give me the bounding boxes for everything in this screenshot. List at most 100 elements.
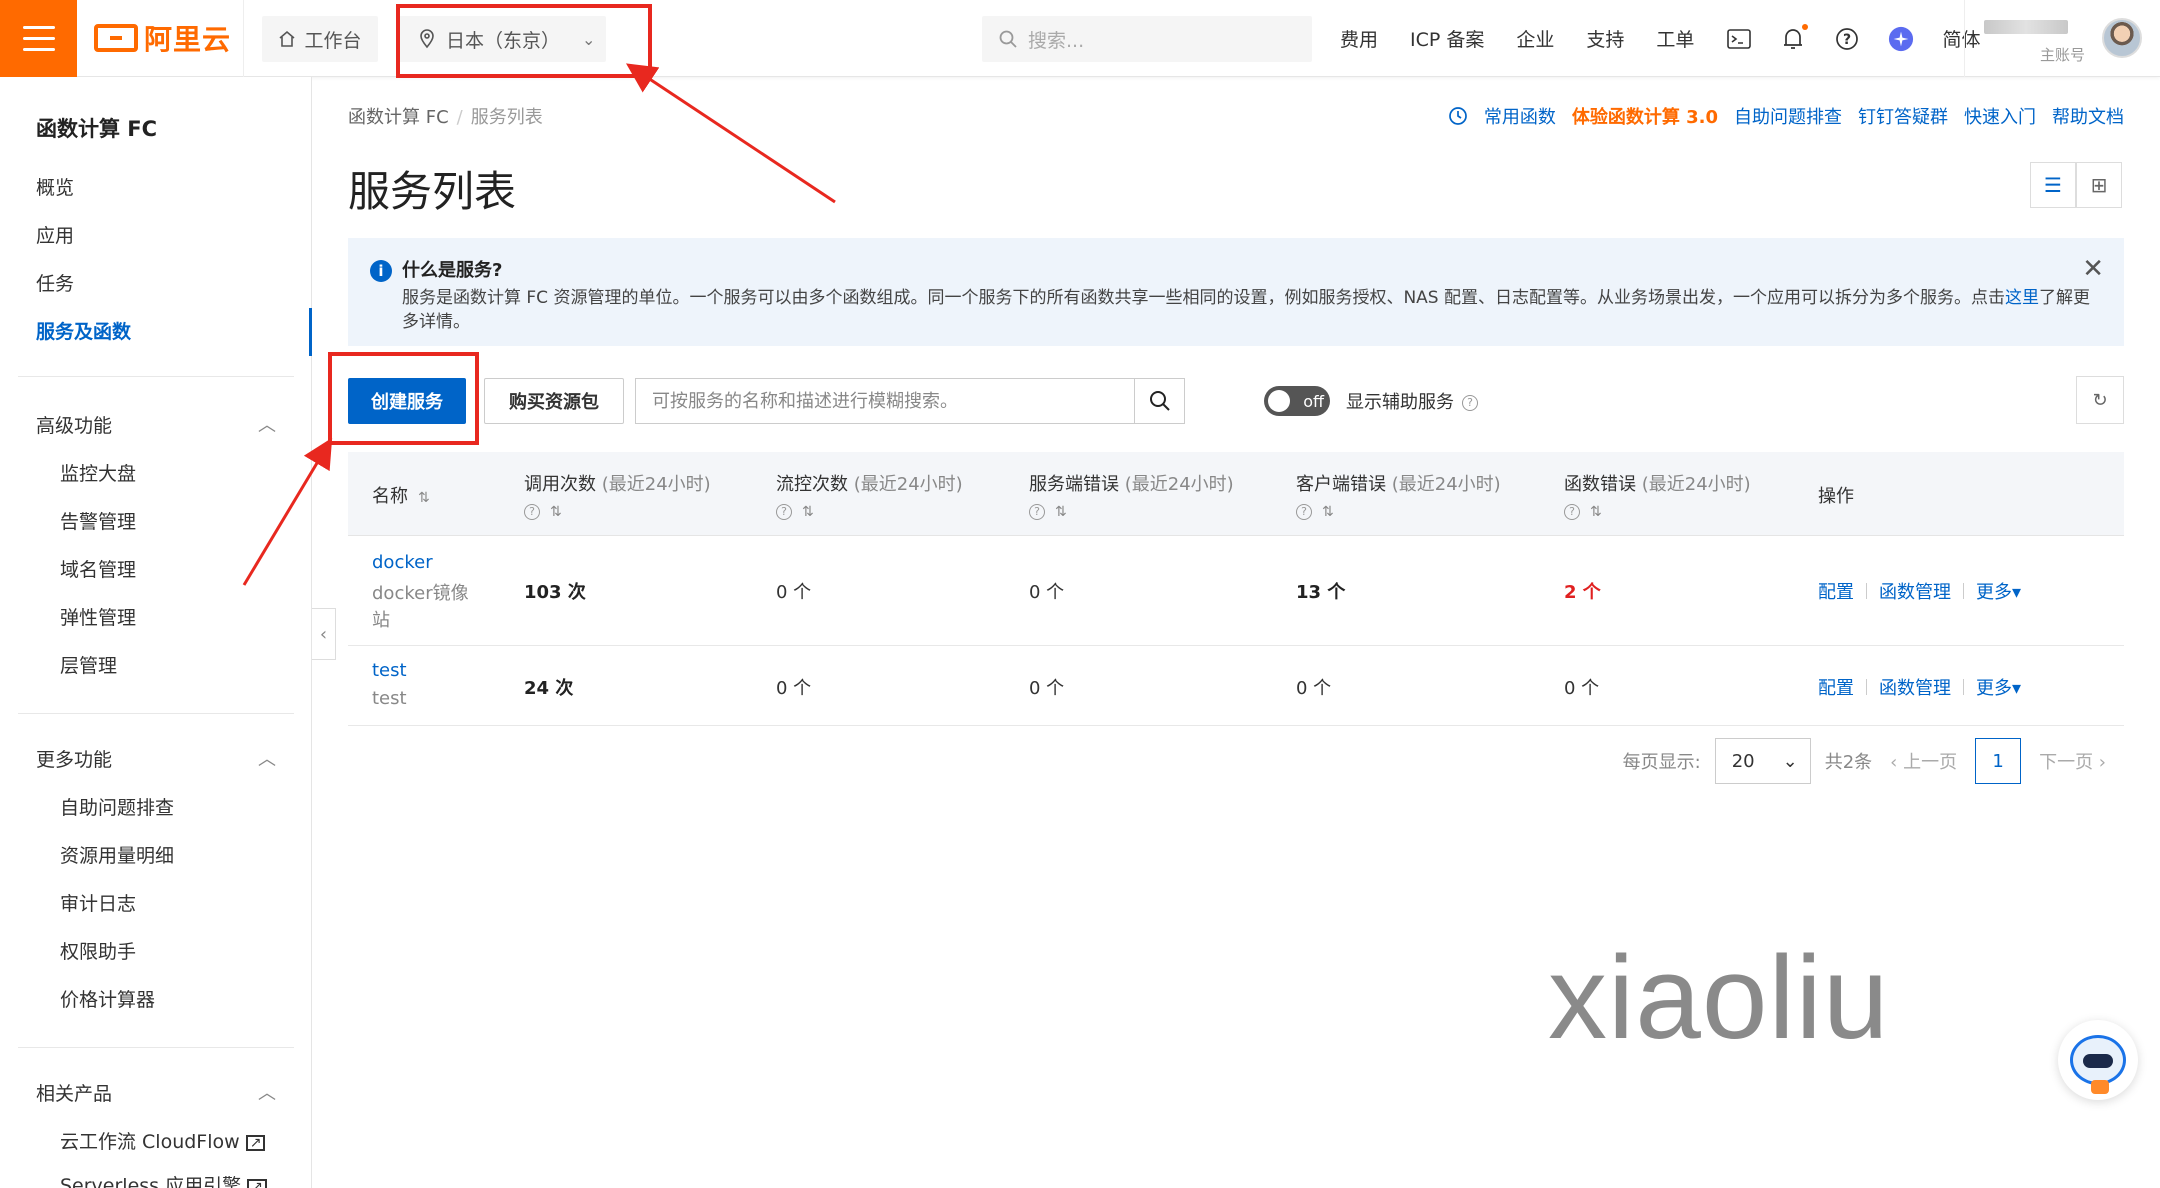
notice-link[interactable]: 这里 bbox=[2005, 288, 2039, 308]
workbench-button[interactable]: 工作台 bbox=[262, 16, 378, 62]
more-dropdown[interactable]: 更多▾ bbox=[1976, 674, 2021, 700]
account-name-blurred bbox=[1984, 20, 2068, 34]
list-view-icon[interactable]: ☰ bbox=[2030, 162, 2076, 208]
sidebar-item-usage[interactable]: 资源用量明细 bbox=[60, 832, 174, 880]
sidebar-item-apps[interactable]: 应用 bbox=[36, 212, 74, 260]
service-search-input[interactable] bbox=[636, 379, 1134, 423]
search-icon bbox=[999, 30, 1017, 48]
question-icon[interactable]: ? bbox=[1564, 504, 1580, 520]
manage-functions-link[interactable]: 函数管理 bbox=[1879, 578, 1951, 604]
nav-fees[interactable]: 费用 bbox=[1340, 25, 1378, 52]
more-label: 更多 bbox=[1976, 582, 2012, 603]
sidebar-group-advanced[interactable]: 高级功能 ︿ bbox=[36, 402, 276, 450]
link-self-check[interactable]: 自助问题排查 bbox=[1734, 103, 1842, 129]
nav-enterprise[interactable]: 企业 bbox=[1516, 25, 1554, 52]
annotation-arrow-region bbox=[625, 63, 836, 204]
col-window: (最近24小时) bbox=[1124, 474, 1234, 495]
sidebar-item-alerts[interactable]: 告警管理 bbox=[60, 498, 136, 546]
notification-dot bbox=[1802, 23, 1809, 30]
prev-page-button[interactable]: ‹ 上一页 bbox=[1890, 748, 1957, 774]
close-icon[interactable]: ✕ bbox=[2082, 254, 2104, 284]
link-quickstart[interactable]: 快速入门 bbox=[1964, 103, 2036, 129]
help-icon[interactable]: ? bbox=[1834, 26, 1860, 52]
account-type: 主账号 bbox=[2040, 46, 2086, 64]
sidebar-item-monitor[interactable]: 监控大盘 bbox=[60, 450, 136, 498]
more-dropdown[interactable]: 更多▾ bbox=[1976, 578, 2021, 604]
col-label: 流控次数 bbox=[776, 474, 848, 495]
breadcrumb-current: 服务列表 bbox=[470, 107, 543, 128]
sidebar-group-more[interactable]: 更多功能 ︿ bbox=[36, 736, 276, 784]
sidebar-item-permission[interactable]: 权限助手 bbox=[60, 928, 136, 976]
service-name-link[interactable]: test bbox=[372, 660, 407, 681]
question-icon[interactable]: ? bbox=[1296, 504, 1312, 520]
sidebar-item-services[interactable]: 服务及函数 bbox=[0, 308, 312, 356]
avatar[interactable] bbox=[2102, 18, 2142, 58]
config-link[interactable]: 配置 bbox=[1818, 674, 1854, 700]
sidebar-item-layers[interactable]: 层管理 bbox=[60, 642, 117, 690]
question-icon[interactable]: ? bbox=[776, 504, 792, 520]
bell-icon[interactable] bbox=[1780, 23, 1809, 52]
sort-icon[interactable]: ⇅ bbox=[1322, 504, 1334, 520]
support-robot-icon[interactable] bbox=[2058, 1020, 2138, 1100]
col-label: 客户端错误 bbox=[1296, 474, 1386, 495]
refresh-icon[interactable]: ↻ bbox=[2076, 376, 2124, 424]
question-icon[interactable]: ? bbox=[1029, 504, 1045, 520]
nav-ticket[interactable]: 工单 bbox=[1656, 25, 1694, 52]
clock-icon bbox=[1448, 107, 1467, 125]
ai-assistant-icon[interactable] bbox=[1888, 26, 1914, 52]
sort-icon[interactable]: ⇅ bbox=[1055, 504, 1067, 520]
divider bbox=[18, 1047, 294, 1048]
link-dingtalk[interactable]: 钉钉答疑群 bbox=[1858, 103, 1948, 129]
global-search-input[interactable]: 搜索... bbox=[982, 16, 1312, 62]
per-page-select[interactable]: 20 ⌄ bbox=[1714, 738, 1811, 784]
search-button[interactable] bbox=[1134, 379, 1184, 423]
table-row: test test 24 次 0 个 0 个 0 个 0 个 配置 函数管理 更… bbox=[348, 646, 2124, 726]
sidebar-collapse-button[interactable]: ‹ bbox=[312, 608, 336, 660]
sidebar-item-domains[interactable]: 域名管理 bbox=[60, 546, 136, 594]
buy-package-button[interactable]: 购买资源包 bbox=[484, 378, 624, 424]
link-common-functions[interactable]: 常用函数 bbox=[1484, 103, 1556, 129]
sort-icon[interactable]: ⇅ bbox=[802, 504, 814, 520]
server-errors-value: 0 个 bbox=[1029, 678, 1065, 699]
col-name[interactable]: 名称 ⇅ bbox=[372, 452, 430, 536]
language-switch[interactable]: 简体 bbox=[1942, 25, 1980, 52]
sort-icon[interactable]: ⇅ bbox=[550, 504, 562, 520]
sidebar: 函数计算 FC 概览 应用 任务 服务及函数 高级功能 ︿ 监控大盘 告警管理 … bbox=[0, 77, 312, 1188]
service-name-link[interactable]: docker bbox=[372, 552, 433, 573]
link-try-fc3[interactable]: 体验函数计算 3.0 bbox=[1572, 103, 1718, 129]
sidebar-item-audit[interactable]: 审计日志 bbox=[60, 880, 136, 928]
top-bar: 阿里云 工作台 日本（东京） ⌄ 搜索... 费用 ICP 备案 企业 支持 工… bbox=[0, 0, 2160, 77]
sidebar-item-elastic[interactable]: 弹性管理 bbox=[60, 594, 136, 642]
sidebar-item-self-check[interactable]: 自助问题排查 bbox=[60, 784, 174, 832]
quick-links: 常用函数 体验函数计算 3.0 自助问题排查 钉钉答疑群 快速入门 帮助文档 bbox=[1448, 103, 2124, 129]
sort-icon[interactable]: ⇅ bbox=[418, 490, 430, 506]
breadcrumb-root[interactable]: 函数计算 FC bbox=[348, 107, 449, 128]
nav-support[interactable]: 支持 bbox=[1586, 25, 1624, 52]
terminal-icon[interactable] bbox=[1726, 26, 1752, 52]
logo-text: 阿里云 bbox=[144, 23, 232, 56]
sidebar-item-cloudflow[interactable]: 云工作流 CloudFlow ↗ bbox=[60, 1118, 266, 1166]
sort-icon[interactable]: ⇅ bbox=[1590, 504, 1602, 520]
sidebar-item-tasks[interactable]: 任务 bbox=[36, 260, 74, 308]
aliyun-logo[interactable]: 阿里云 bbox=[94, 20, 231, 56]
nav-icp[interactable]: ICP 备案 bbox=[1410, 25, 1484, 52]
sidebar-item-pricing[interactable]: 价格计算器 bbox=[60, 976, 155, 1024]
link-help-docs[interactable]: 帮助文档 bbox=[2052, 103, 2124, 129]
account-menu[interactable]: 主账号 bbox=[1984, 14, 2094, 66]
sidebar-group-label: 相关产品 bbox=[36, 1083, 113, 1105]
question-icon[interactable]: ? bbox=[1462, 395, 1478, 411]
sidebar-item-overview[interactable]: 概览 bbox=[36, 164, 74, 212]
aliyun-logo-mark bbox=[94, 24, 138, 52]
manage-functions-link[interactable]: 函数管理 bbox=[1879, 674, 1951, 700]
toolbar: 创建服务 购买资源包 off 显示辅助服务? ↻ bbox=[348, 376, 2124, 426]
question-icon[interactable]: ? bbox=[524, 504, 540, 520]
aux-services-toggle[interactable]: off bbox=[1264, 386, 1330, 416]
next-page-button[interactable]: 下一页 › bbox=[2039, 748, 2106, 774]
sidebar-group-related[interactable]: 相关产品 ︿ bbox=[36, 1070, 276, 1118]
invocations-value: 103 次 bbox=[524, 582, 586, 603]
sidebar-item-sae[interactable]: Serverless 应用引擎 ↗ bbox=[60, 1162, 267, 1188]
menu-icon[interactable] bbox=[0, 0, 77, 77]
config-link[interactable]: 配置 bbox=[1818, 578, 1854, 604]
page-1-button[interactable]: 1 bbox=[1975, 738, 2022, 784]
grid-view-icon[interactable]: ⊞ bbox=[2076, 162, 2122, 208]
